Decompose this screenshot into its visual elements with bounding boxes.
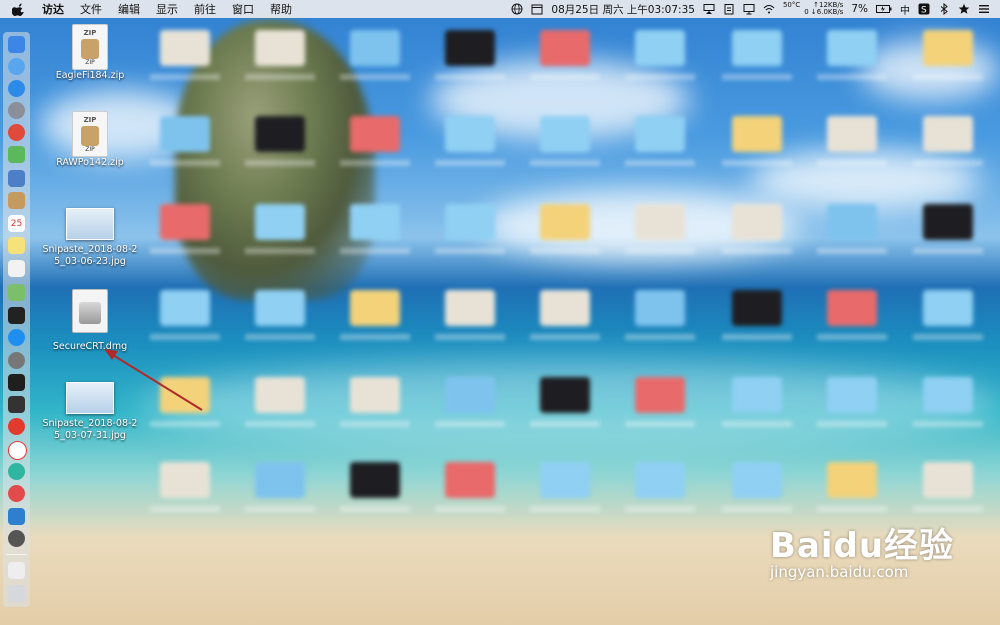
baidu-watermark: Baidu经验 jingyan.baidu.com	[770, 518, 954, 581]
watermark-brand: Baidu经验	[770, 526, 955, 566]
